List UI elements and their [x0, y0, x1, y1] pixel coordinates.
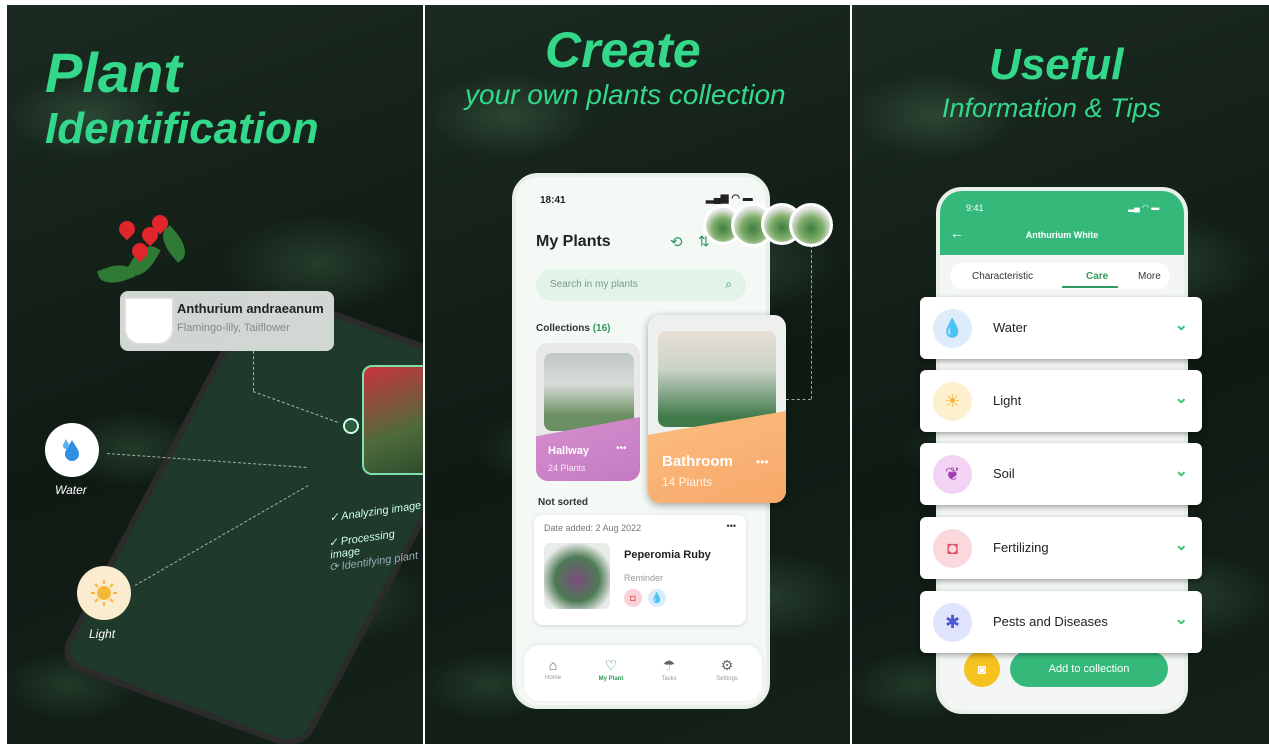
more-options-icon[interactable]: ••• [727, 521, 736, 531]
chevron-down-icon: ⌄ [1174, 390, 1188, 407]
tab-care[interactable]: Care [1086, 271, 1108, 282]
plant-common-names: Flamingo-lily, Tailflower [177, 322, 290, 334]
plant-name: Anthurium andraeanum [177, 301, 324, 316]
care-item-water[interactable]: 💧 Water ⌄ [920, 297, 1202, 359]
soil-icon: ❦ [933, 455, 972, 494]
connector-line [253, 351, 254, 391]
plant-icon: ♡ [604, 657, 618, 673]
care-item-light[interactable]: ☀ Light ⌄ [920, 370, 1202, 432]
fertilizer-icon: ◘ [933, 529, 972, 568]
nav-settings[interactable]: ⚙ Settings [702, 657, 752, 682]
chevron-down-icon: ⌄ [1174, 537, 1188, 554]
fertilizer-icon: ◘ [624, 589, 642, 607]
date-added: Date added: 2 Aug 2022 [544, 523, 642, 533]
headline-plant: Plant [45, 41, 182, 104]
flower-shape [115, 217, 139, 241]
page-title: My Plants [536, 233, 611, 250]
chevron-down-icon: ⌄ [1174, 463, 1188, 480]
sun-icon: ☀ [933, 382, 972, 421]
chevron-down-icon: ⌄ [1174, 611, 1188, 628]
camera-icon[interactable]: ◙ [964, 651, 1000, 687]
not-sorted-heading: Not sorted [538, 497, 588, 508]
panel-create-collection: Create your own plants collection 18:41 … [425, 5, 850, 744]
water-drop-icon: 💧 [933, 309, 972, 348]
hallway-photo [544, 353, 634, 431]
plant-card-peperomia[interactable]: Date added: 2 Aug 2022 ••• Peperomia Rub… [534, 515, 746, 625]
headline-useful: Useful [989, 40, 1124, 89]
active-tab-indicator [1062, 286, 1118, 288]
water-label: Water [55, 483, 87, 497]
bottom-nav: ⌂ Home ♡ My Plant ☂ Tasks ⚙ Settings [524, 645, 762, 701]
tab-more[interactable]: More [1138, 271, 1161, 282]
headline-identification: Identification [45, 104, 319, 153]
status-time: 18:41 [540, 195, 566, 206]
more-options-icon[interactable]: ••• [756, 455, 769, 469]
sun-icon [77, 566, 131, 620]
add-to-collection-button[interactable]: Add to collection [1010, 651, 1168, 687]
care-item-pests[interactable]: ✱ Pests and Diseases ⌄ [920, 591, 1202, 653]
collection-card-bathroom[interactable]: Bathroom 14 Plants ••• [648, 315, 786, 503]
home-icon: ⌂ [548, 657, 558, 673]
collection-name: Hallway [548, 445, 589, 457]
connector-line [811, 245, 812, 399]
plant-title: Anthurium White [1025, 230, 1099, 240]
reminder-label: Reminder [624, 573, 664, 583]
search-placeholder: Search in my plants [550, 279, 638, 290]
headline-subtitle: Information & Tips [942, 93, 1161, 123]
more-options-icon[interactable]: ••• [616, 443, 627, 454]
status-icons: ▂▄ ◠ ▬ [1128, 203, 1160, 212]
gear-icon: ⚙ [720, 657, 734, 673]
peperomia-photo [544, 543, 610, 609]
collection-count: 24 Plants [548, 463, 586, 473]
status-time: 9:41 [966, 203, 984, 213]
scan-point-icon [343, 418, 359, 434]
search-icon[interactable]: ⌕ [725, 277, 732, 292]
scan-frame [362, 365, 423, 475]
tab-bar: Characteristic Care More [950, 263, 1170, 289]
plant-pot-image [124, 297, 174, 345]
light-label: Light [89, 627, 116, 641]
bathroom-photo [658, 331, 776, 427]
collection-card-hallway[interactable]: Hallway 24 Plants ••• [536, 343, 640, 481]
care-item-fertilizing[interactable]: ◘ Fertilizing ⌄ [920, 517, 1202, 579]
nav-my-plant[interactable]: ♡ My Plant [586, 657, 636, 682]
water-icon [45, 423, 99, 477]
care-item-soil[interactable]: ❦ Soil ⌄ [920, 443, 1202, 505]
collection-name: Bathroom [662, 453, 733, 470]
connector-line [786, 399, 811, 400]
collection-count: 14 Plants [662, 475, 713, 489]
panel-plant-identification: Plant Identification ✓ Analyzing image ✓… [7, 5, 423, 744]
tab-characteristic[interactable]: Characteristic [972, 271, 1033, 282]
water-icon: 💧 [648, 589, 666, 607]
chevron-down-icon: ⌄ [1174, 317, 1188, 334]
search-input[interactable]: Search in my plants ⌕ [536, 269, 746, 301]
plant-name: Peperomia Ruby [624, 549, 711, 561]
watering-can-icon: ☂ [662, 657, 676, 673]
bug-icon: ✱ [933, 603, 972, 642]
headline-create: Create [545, 22, 701, 78]
headline-subtitle: your own plants collection [465, 79, 786, 110]
status-icons: ▂▄▆ ◠ ▬ [706, 193, 753, 204]
history-icon[interactable]: ⟲ [670, 233, 683, 251]
panel-useful-info: Useful Information & Tips 9:41 ▂▄ ◠ ▬ ← … [852, 5, 1269, 744]
nav-tasks[interactable]: ☂ Tasks [644, 657, 694, 682]
collections-heading: Collections (16) [536, 323, 611, 334]
plant-thumbnail[interactable] [789, 203, 833, 247]
nav-home[interactable]: ⌂ Home [528, 657, 578, 681]
app-header: 9:41 ▂▄ ◠ ▬ ← Anthurium White [940, 191, 1184, 255]
